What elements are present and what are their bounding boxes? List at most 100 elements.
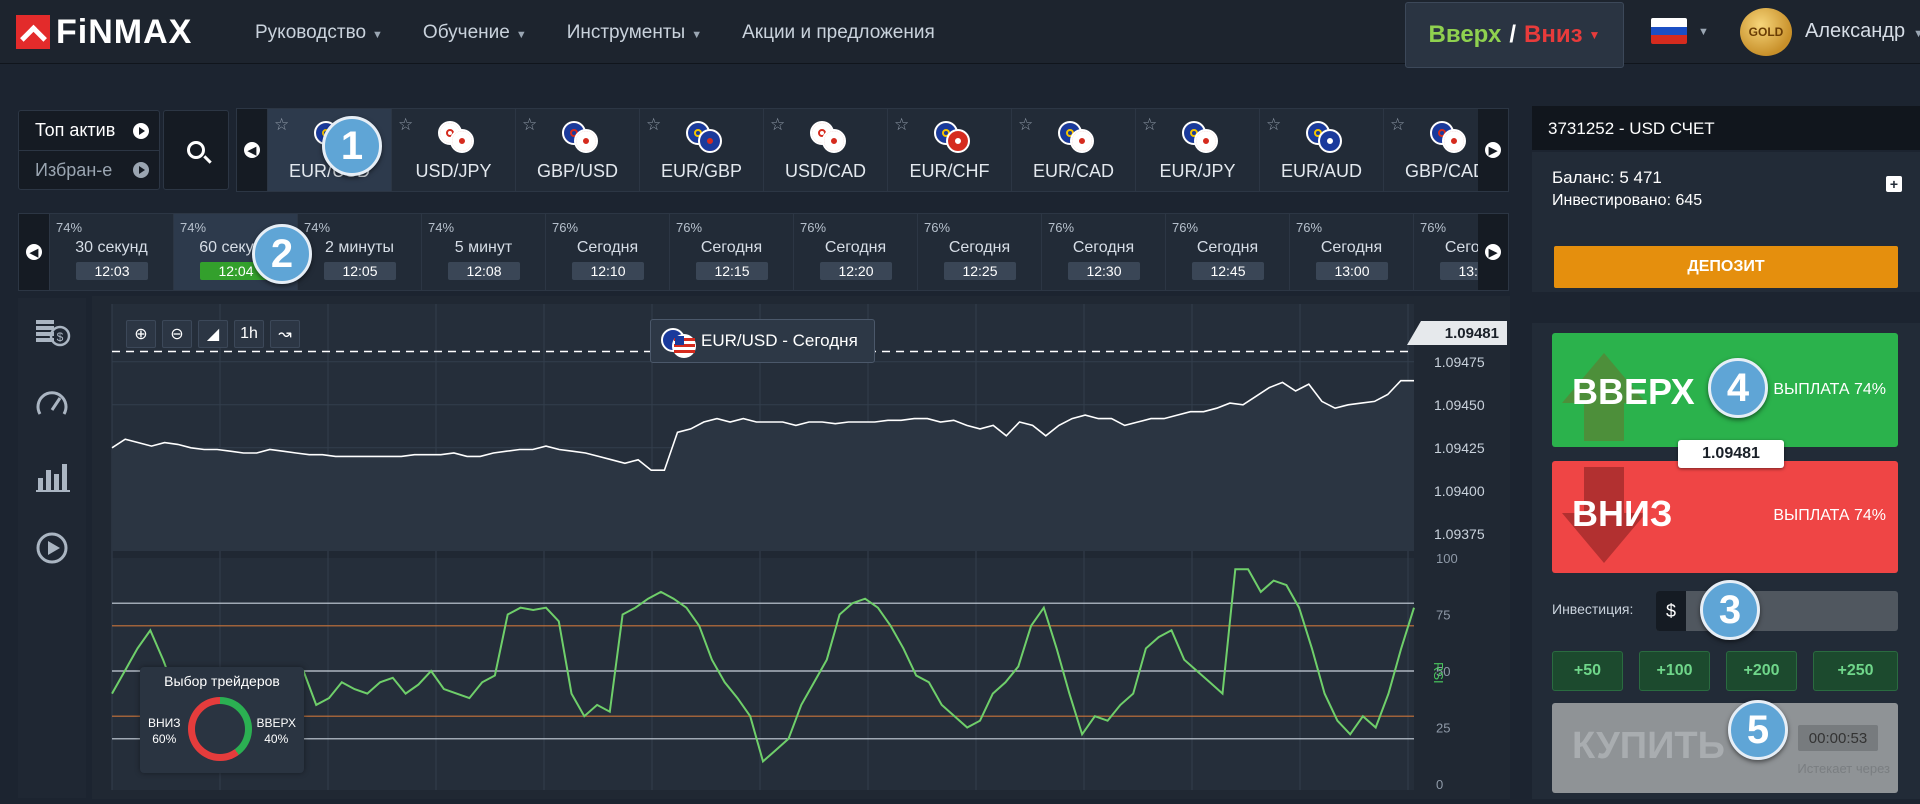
down-label: Вниз [1524, 21, 1583, 48]
quick-add-100[interactable]: +100 [1639, 651, 1710, 691]
zoom-out-icon[interactable]: ⊖ [162, 320, 192, 348]
expiry-option[interactable]: 74% 2 минуты 12:05 [297, 214, 421, 290]
quick-add-250[interactable]: +250 [1813, 651, 1898, 691]
asset-tab[interactable]: ☆ EUR/JPY [1135, 109, 1259, 191]
expiry-option[interactable]: 74% 5 минут 12:08 [421, 214, 545, 290]
asset-name: GBP/USD [536, 161, 619, 181]
buy-label: КУПИТЬ [1572, 725, 1725, 767]
play-circle-icon[interactable] [32, 528, 72, 568]
expiry-option[interactable]: 76% Сегодня 12:30 [1041, 214, 1165, 290]
expiry-time: 13:00 [1316, 262, 1388, 280]
plus-icon[interactable]: + [1886, 176, 1902, 192]
star-icon[interactable]: ☆ [1018, 115, 1033, 135]
eu-ch-flags-icon [934, 121, 970, 153]
speedometer-icon[interactable] [32, 384, 72, 424]
chevron-down-icon[interactable]: ▼ [1698, 26, 1709, 38]
user-menu[interactable]: Александр ▼ [1805, 20, 1920, 43]
sentiment-down: ВНИЗ 60% [148, 716, 181, 746]
eu-gb-flags-icon [686, 121, 722, 153]
play-icon [133, 122, 149, 139]
star-icon[interactable]: ☆ [646, 115, 661, 135]
finmax-logo[interactable]: FiNMAX [16, 12, 193, 51]
expiry-option[interactable]: 76% Сегодня 12:10 [545, 214, 669, 290]
expires-label: Истекает через [1797, 761, 1890, 776]
quick-add-50[interactable]: +50 [1552, 651, 1623, 691]
invested-value: Инвестировано: 645 [1552, 192, 1703, 209]
payout-pct: 74% [428, 220, 455, 235]
zoom-in-icon[interactable]: ⊕ [126, 320, 156, 348]
payout-pct: 76% [676, 220, 703, 235]
expiry-scroll-left[interactable]: ◀ [19, 214, 49, 290]
chart-side-toolbar: $ [18, 298, 86, 798]
favorites-tab[interactable]: Избран-е [19, 150, 159, 189]
payout-pct: 76% [924, 220, 951, 235]
star-icon[interactable]: ☆ [1266, 115, 1281, 135]
asset-tab[interactable]: ☆ EUR/CHF [887, 109, 1011, 191]
payout-pct: 76% [1296, 220, 1323, 235]
expiry-label: 30 секунд [75, 239, 148, 256]
asset-filter: Топ актив Избран-е [18, 110, 160, 190]
chevron-down-icon: ▼ [372, 29, 383, 41]
coins-stack-icon[interactable]: $ [32, 312, 72, 352]
bar-chart-icon[interactable] [32, 456, 72, 496]
star-icon[interactable]: ☆ [522, 115, 537, 135]
asset-tab[interactable]: ☆ EUR/GBP [639, 109, 763, 191]
nav-promotions[interactable]: Акции и предложения [742, 22, 935, 44]
asset-tab[interactable]: ☆ USD/JPY [391, 109, 515, 191]
rsi-tick-label: 75 [1436, 608, 1450, 623]
asset-tab[interactable]: ☆ GBP/USD [515, 109, 639, 191]
star-icon[interactable]: ☆ [1142, 115, 1157, 135]
eu-ca-flags-icon [1058, 121, 1094, 153]
nav-education[interactable]: Обучение ▼ [423, 22, 527, 44]
expiry-option[interactable]: 76% Сегодня 12:45 [1165, 214, 1289, 290]
up-payout: ВЫПЛАТА 74% [1773, 381, 1886, 398]
star-icon[interactable]: ☆ [398, 115, 413, 135]
nav-tools[interactable]: Инструменты ▼ [567, 22, 702, 44]
timeframe-button[interactable]: 1h [234, 320, 264, 348]
expiry-time: 12:30 [1068, 262, 1140, 280]
expiry-option[interactable]: 76% Сегодня 12:20 [793, 214, 917, 290]
star-icon[interactable]: ☆ [274, 115, 289, 135]
put-down-button[interactable]: ВНИЗ ВЫПЛАТА 74% [1552, 461, 1898, 573]
brand-name: FiNMAX [56, 12, 193, 51]
top-assets-tab[interactable]: Топ актив [19, 111, 159, 150]
arrow-left-icon: ◀ [244, 142, 260, 158]
up-down-mode-button[interactable]: Вверх / Вниз ▼ [1405, 2, 1624, 68]
expiry-option[interactable]: 76% Сегодня 12:25 [917, 214, 1041, 290]
star-icon[interactable]: ☆ [1390, 115, 1405, 135]
expiry-option[interactable]: 76% Сегодня 13:00 [1289, 214, 1413, 290]
expiry-time: 12:10 [572, 262, 644, 280]
quick-add-200[interactable]: +200 [1726, 651, 1797, 691]
chart-area[interactable]: 1.09475 1.09450 1.09425 1.09400 1.09375 100 75… [92, 296, 1510, 799]
price-rsi-chart[interactable]: 1.09475 1.09450 1.09425 1.09400 1.09375 100 75… [92, 296, 1510, 799]
buy-button[interactable]: КУПИТЬ 00:00:53 Истекает через [1552, 703, 1898, 793]
rsi-panel [112, 558, 1414, 790]
expiry-label: Сегодня [948, 239, 1011, 256]
pair-label-text: EUR/USD - Сегодня [701, 331, 858, 350]
payout-pct: 76% [1420, 220, 1447, 235]
star-icon[interactable]: ☆ [894, 115, 909, 135]
russia-flag-icon[interactable] [1651, 18, 1687, 44]
expiry-option[interactable]: 74% 30 секунд 12:03 [49, 214, 173, 290]
asset-tab[interactable]: ☆ EUR/CAD [1011, 109, 1135, 191]
investment-input[interactable]: $ [1656, 591, 1898, 631]
nav-guide[interactable]: Руководство ▼ [255, 22, 383, 44]
deposit-button[interactable]: ДЕПОЗИТ [1554, 246, 1898, 288]
indicator-icon[interactable]: ↝ [270, 320, 300, 348]
expiry-option[interactable]: 76% Сегодня 12:15 [669, 214, 793, 290]
star-icon[interactable]: ☆ [770, 115, 785, 135]
expiry-scroll-right[interactable]: ▶ [1478, 214, 1508, 290]
asset-name: EUR/CAD [1032, 161, 1114, 181]
asset-tab[interactable]: ☆ USD/CAD [763, 109, 887, 191]
asset-scroll-right[interactable]: ▶ [1478, 109, 1508, 191]
current-price: 1.09481 [1678, 440, 1784, 468]
balance-value: Баланс: 5 471 [1552, 168, 1662, 187]
asset-tab[interactable]: ☆ EUR/AUD [1259, 109, 1383, 191]
asset-search-button[interactable] [163, 110, 229, 190]
currency-symbol: $ [1656, 591, 1686, 631]
expiry-time: 12:05 [324, 262, 396, 280]
chevron-down-icon: ▼ [1588, 28, 1601, 42]
asset-name: EUR/CHF [909, 161, 990, 181]
asset-scroll-left[interactable]: ◀ [237, 109, 267, 191]
area-chart-icon[interactable]: ◢ [198, 320, 228, 348]
